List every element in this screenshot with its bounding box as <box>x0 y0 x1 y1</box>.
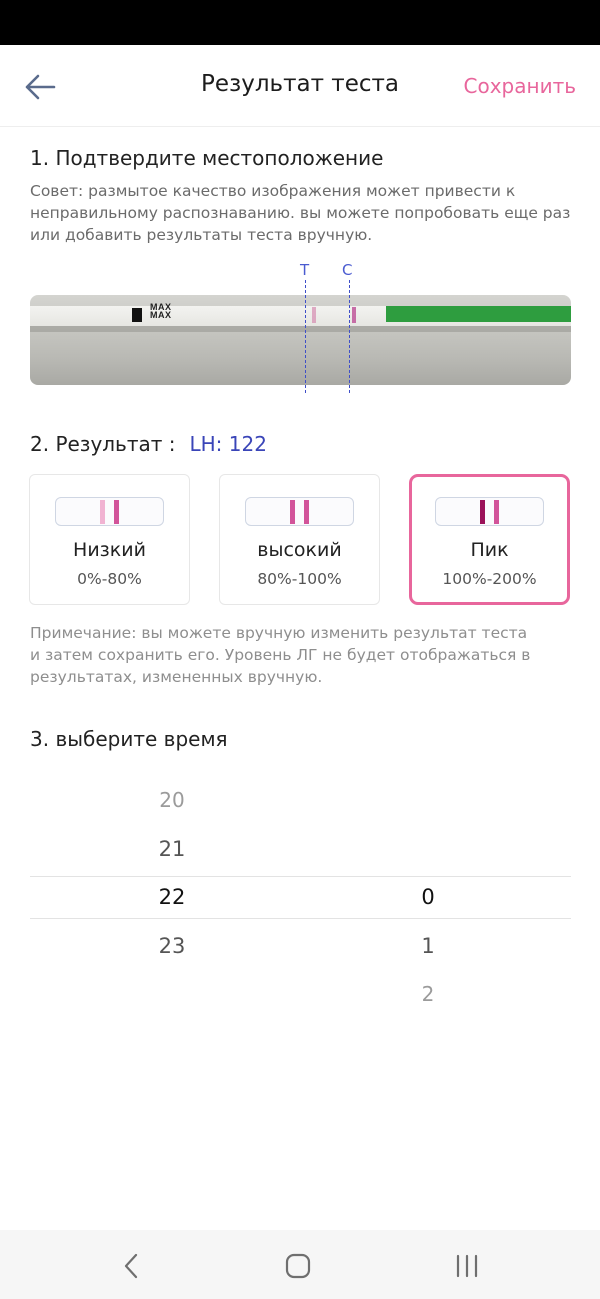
home-icon <box>285 1253 311 1279</box>
minute-option[interactable]: 1 <box>368 934 488 958</box>
chevron-left-icon <box>124 1253 138 1279</box>
system-nav-bar <box>0 1230 600 1299</box>
card-name: Низкий <box>73 539 146 561</box>
mini-strip-icon <box>245 497 354 526</box>
mini-strip-icon <box>435 497 544 526</box>
note-text: Примечание: вы можете вручную изменить р… <box>30 622 575 688</box>
nav-back-button[interactable] <box>106 1244 156 1288</box>
arrow-left-icon <box>25 74 56 100</box>
strip-shadow <box>30 326 571 332</box>
hint-line: Совет: размытое качество изображения мож… <box>30 182 516 200</box>
strip-text-line: MAX <box>150 310 172 320</box>
section-confirm-location-title: 1. Подтвердите местоположение <box>30 146 384 170</box>
save-button[interactable]: Сохранить <box>464 74 577 98</box>
mini-control-line <box>304 500 309 524</box>
card-name: Пик <box>470 539 509 561</box>
marker-t-label: T <box>300 261 310 279</box>
nav-home-button[interactable] <box>273 1244 323 1288</box>
hour-option[interactable]: 20 <box>112 788 232 812</box>
test-strip-area: T C MAX MAX <box>30 258 571 393</box>
strip-control-line <box>352 307 356 323</box>
picker-divider-top <box>30 876 571 877</box>
back-button[interactable] <box>18 65 62 109</box>
hint-line: или добавить результаты теста вручную. <box>30 226 373 244</box>
nav-recents-button[interactable] <box>442 1244 492 1288</box>
picker-divider-bottom <box>30 918 571 919</box>
strip-printed-text: MAX MAX <box>150 303 172 320</box>
minute-selected[interactable]: 0 <box>368 885 488 909</box>
note-line: результатах, измененных вручную. <box>30 668 323 686</box>
card-range: 0%-80% <box>77 570 142 588</box>
status-bar <box>0 0 600 45</box>
result-label: 2. Результат : <box>30 432 176 456</box>
card-range: 100%-200% <box>442 570 537 588</box>
note-line: Примечание: вы можете вручную изменить р… <box>30 624 528 642</box>
mini-test-line <box>290 500 295 524</box>
result-card-high[interactable]: высокий 80%-100% <box>219 474 380 605</box>
card-range: 80%-100% <box>257 570 342 588</box>
strip-test-line <box>312 307 316 323</box>
hour-option[interactable]: 23 <box>112 934 232 958</box>
card-name: высокий <box>257 539 342 561</box>
result-card-low[interactable]: Низкий 0%-80% <box>29 474 190 605</box>
mini-strip-icon <box>55 497 164 526</box>
recents-icon <box>456 1254 478 1278</box>
strip-black-mark <box>132 308 142 322</box>
test-strip-photo: MAX MAX <box>30 295 571 385</box>
marker-c-label: C <box>342 261 353 279</box>
lh-value: LH: 122 <box>189 432 267 456</box>
mini-test-line <box>100 500 105 524</box>
note-line: и затем сохранить его. Уровень ЛГ не буд… <box>30 646 531 664</box>
hour-selected[interactable]: 22 <box>112 885 232 909</box>
result-row: 2. Результат : LH: 122 <box>30 432 267 456</box>
app-header: Результат теста Сохранить <box>0 45 600 127</box>
hint-text: Совет: размытое качество изображения мож… <box>30 180 575 246</box>
result-card-peak[interactable]: Пик 100%-200% <box>409 474 570 605</box>
marker-t-handle[interactable] <box>305 280 306 393</box>
mini-test-line <box>480 500 485 524</box>
strip-green-handle <box>386 306 571 322</box>
time-picker[interactable]: 20 21 22 23 0 1 2 <box>30 776 571 1021</box>
section-time-title: 3. выберите время <box>30 727 228 751</box>
marker-c-handle[interactable] <box>349 280 350 393</box>
mini-control-line <box>114 500 119 524</box>
hint-line: неправильному распознаванию. вы можете п… <box>30 204 571 222</box>
minute-option[interactable]: 2 <box>368 982 488 1006</box>
mini-control-line <box>494 500 499 524</box>
hour-option[interactable]: 21 <box>112 837 232 861</box>
